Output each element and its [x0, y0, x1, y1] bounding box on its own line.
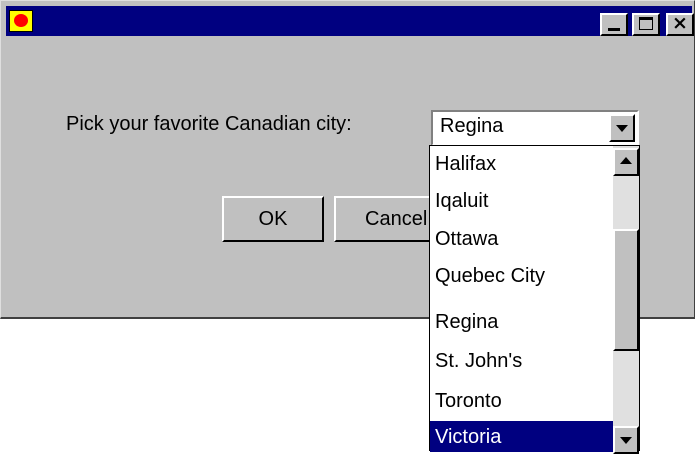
- list-item-victoria[interactable]: Victoria: [430, 421, 613, 452]
- arrow-up-icon: [620, 157, 632, 164]
- city-prompt-label: Pick your favorite Canadian city:: [66, 113, 352, 135]
- combo-dropdown-button[interactable]: [609, 114, 635, 142]
- minimize-icon: [608, 28, 620, 31]
- list-item-halifax[interactable]: Halifax: [430, 146, 613, 183]
- ok-button[interactable]: OK: [222, 196, 324, 242]
- scroll-up-button[interactable]: [613, 148, 639, 176]
- scroll-down-button[interactable]: [613, 426, 639, 454]
- list-item-ottawa[interactable]: Ottawa: [430, 221, 613, 258]
- combo-selected-value: Regina: [440, 115, 504, 137]
- list-item-toronto[interactable]: Toronto: [430, 383, 613, 420]
- list-item-iqaluit[interactable]: Iqaluit: [430, 183, 613, 220]
- chevron-down-icon: [616, 125, 628, 132]
- scrollbar-thumb[interactable]: [613, 229, 639, 351]
- maximize-button[interactable]: [632, 13, 660, 36]
- arrow-down-icon: [620, 437, 632, 444]
- dropdown-scrollbar[interactable]: [613, 146, 639, 454]
- minimize-button[interactable]: [600, 13, 628, 36]
- java-coffee-cup-icon[interactable]: [9, 10, 33, 32]
- maximize-icon: [639, 17, 653, 30]
- list-item-st-johns[interactable]: St. John's: [430, 343, 613, 380]
- close-button[interactable]: ×: [666, 12, 694, 36]
- city-combo-box[interactable]: Regina: [431, 110, 639, 146]
- close-icon: ×: [672, 12, 688, 34]
- city-dropdown-list: Halifax Iqaluit Ottawa Quebec City Regin…: [429, 145, 640, 454]
- list-item-regina[interactable]: Regina: [430, 304, 613, 341]
- list-item-quebec-city[interactable]: Quebec City: [430, 258, 613, 295]
- title-bar[interactable]: ×: [6, 6, 694, 36]
